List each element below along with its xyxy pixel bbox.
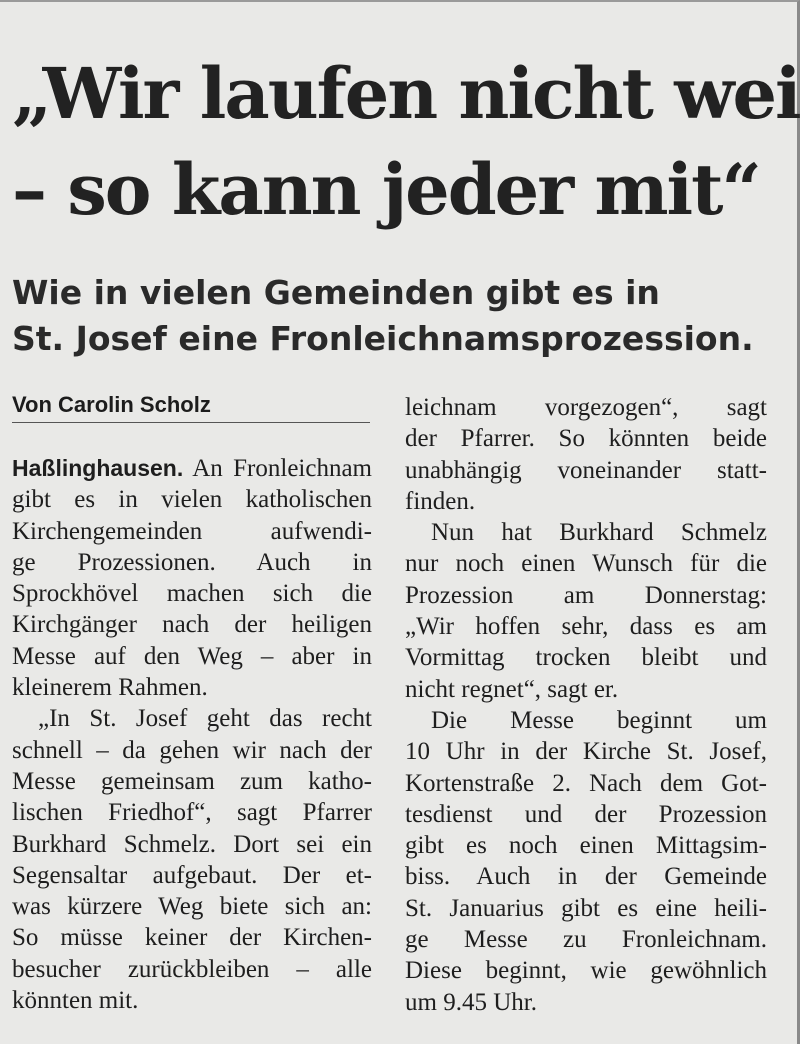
text-line: Prozession am Donnerstag: (405, 581, 767, 609)
text-line: Sprockhövel machen sich die (12, 580, 372, 608)
text-line: gibt es in vielen katholischen (12, 486, 372, 514)
text-line-part: An Fronleichnam (192, 455, 372, 482)
text-line: biss. Auch in der Gemeinde (405, 863, 767, 891)
text-line: nicht regnet“, sagt er. (405, 675, 619, 703)
text-line: ge Messe zu Fronleichnam. (405, 926, 767, 954)
newspaper-clipping: „Wir laufen nicht weit – so kann jeder m… (0, 0, 800, 1044)
text-line: tesdienst und der Prozession (405, 800, 767, 828)
text-line: lischen Friedhof“, sagt Pfarrer (12, 799, 372, 827)
text-line: So müsse keiner der Kirchen- (12, 924, 372, 952)
text-line: der Pfarrer. So könnten beide (405, 425, 767, 453)
text-line: Messe gemeinsam zum katho- (12, 767, 372, 795)
text-line: gibt es noch einen Mittagsim- (405, 832, 767, 860)
text-line: um 9.45 Uhr. (405, 988, 537, 1016)
text-line: leichnam vorgezogen“, sagt (405, 394, 767, 421)
text-line: Diese beginnt, wie gewöhnlich (405, 957, 767, 985)
text-line: Haßlinghausen. An Fronleichnam (12, 453, 372, 484)
byline: Von Carolin Scholz (12, 390, 370, 423)
text-line: Vormittag trocken bleibt und (405, 644, 767, 672)
headline: „Wir laufen nicht weit – so kann jeder m… (12, 46, 800, 238)
text-line: Kirchgänger nach der heiligen (12, 611, 372, 639)
body-column-right: leichnam vorgezogen“, sagt der Pfarrer. … (405, 392, 767, 1018)
text-line: Die Messe beginnt um (431, 706, 767, 734)
text-line: Burkhard Schmelz. Dort sei ein (12, 830, 372, 858)
text-line: was kürzere Weg biete sich an: (12, 893, 372, 921)
text-line: schnell – da gehen wir nach der (12, 736, 372, 764)
headline-line: – so kann jeder mit“ (12, 148, 762, 231)
text-line: „Wir hoffen sehr, dass es am (405, 613, 767, 641)
subheadline-line: Wie in vielen Gemeinden gibt es in (12, 273, 660, 312)
text-line: St. Januarius gibt es eine heili- (405, 894, 767, 922)
text-line: Nun hat Burkhard Schmelz (431, 519, 767, 547)
text-line: Segensaltar aufgebaut. Der et- (12, 861, 372, 889)
dateline: Haßlinghausen. (12, 455, 184, 481)
text-line: nur noch einen Wunsch für die (405, 550, 767, 578)
body-column-left: Haßlinghausen. An Fronleichnam gibt es i… (12, 453, 372, 1016)
text-line: „In St. Josef geht das recht (38, 705, 372, 733)
text-line: 10 Uhr in der Kirche St. Josef, (405, 738, 767, 766)
text-line: könnten mit. (12, 987, 139, 1015)
text-line: Messe auf den Weg – aber in (12, 642, 372, 670)
text-line: ge Prozessionen. Auch in (12, 548, 372, 576)
subheadline-line: St. Josef eine Fronleichnamsprozession. (12, 319, 754, 358)
subheadline: Wie in vielen Gemeinden gibt es in St. J… (12, 270, 782, 362)
text-line: Kortenstraße 2. Nach dem Got- (405, 769, 767, 797)
text-line: kleinerem Rahmen. (12, 674, 208, 702)
headline-line: „Wir laufen nicht weit (12, 52, 800, 135)
text-line: besucher zurückbleiben – alle (12, 955, 372, 983)
text-line: finden. (405, 487, 476, 515)
text-line: Kirchengemeinden aufwendi- (12, 517, 372, 545)
text-line: unabhängig voneinander statt- (405, 456, 767, 484)
